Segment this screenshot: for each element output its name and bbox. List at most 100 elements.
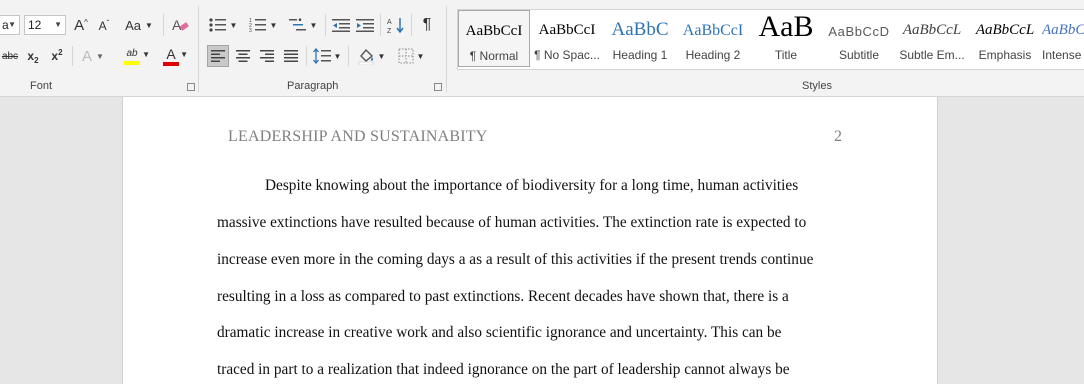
style-preview: AaBbCcD — [828, 24, 890, 39]
font-color-button[interactable]: A ▼ — [154, 45, 188, 67]
style-name: ¶ No Spac... — [534, 48, 600, 62]
paragraph-dialog-launcher-icon[interactable] — [434, 83, 442, 91]
text-effects-button[interactable]: A ▼ — [78, 46, 108, 66]
body-text-line[interactable]: increase even more in the coming days a … — [217, 251, 813, 269]
borders-icon[interactable]: ▼ — [394, 45, 428, 67]
pilcrow-icon: ¶ — [422, 16, 432, 33]
group-separator — [446, 6, 447, 92]
style-no-spacing[interactable]: AaBbCcI ¶ No Spac... — [531, 10, 603, 67]
align-right-icon[interactable] — [256, 45, 278, 67]
chevron-down-icon: ▼ — [180, 50, 188, 59]
align-center-icon[interactable] — [232, 45, 254, 67]
increase-indent-icon[interactable] — [355, 14, 375, 36]
clear-formatting-icon[interactable]: A — [170, 14, 190, 36]
running-head-title[interactable]: LEADERSHIP AND SUSTAINABITY — [228, 128, 488, 146]
decrease-indent-icon[interactable] — [331, 14, 351, 36]
chevron-down-icon: ▼ — [416, 51, 425, 61]
chevron-down-icon: ▼ — [333, 51, 342, 61]
style-preview: AaBbCcI — [465, 23, 523, 39]
font-name-combo[interactable]: a ▼ — [0, 15, 20, 35]
font-dialog-launcher-icon[interactable] — [187, 83, 195, 91]
show-formatting-marks-button[interactable]: ¶ — [417, 14, 437, 36]
style-heading-1[interactable]: AaBbC Heading 1 — [604, 10, 676, 67]
bullets-icon[interactable]: ▼ — [206, 14, 240, 36]
strikethrough-label: abc — [1, 50, 19, 62]
body-text-line[interactable]: dramatic increase in creative work and a… — [217, 324, 781, 342]
font-size-combo[interactable]: 12 ▼ — [24, 15, 66, 35]
ribbon: a ▼ 12 ▼ A ^ Aˇ Aa ▼ A abc x2 x2 A ▼ ab ▼… — [0, 0, 1084, 97]
svg-text:A: A — [172, 17, 182, 33]
paragraph-group-label: Paragraph — [287, 80, 339, 92]
justify-icon[interactable] — [280, 45, 302, 67]
chevron-down-icon: ▼ — [142, 50, 150, 59]
chevron-down-icon: ▼ — [229, 20, 238, 30]
chevron-down-icon: ▼ — [377, 51, 386, 61]
highlight-label: ab — [126, 47, 138, 59]
style-name: Title — [774, 48, 798, 62]
style-heading-2[interactable]: AaBbCcI Heading 2 — [677, 10, 749, 67]
sort-icon[interactable]: AZ — [386, 14, 406, 36]
style-name: Intense E — [1042, 48, 1084, 62]
separator — [306, 46, 307, 66]
svg-text:A: A — [387, 19, 392, 26]
subscript-mark: 2 — [34, 55, 39, 65]
style-subtle-emphasis[interactable]: AaBbCcL Subtle Em... — [896, 10, 968, 67]
change-case-label: Aa — [125, 17, 141, 33]
styles-group-label: Styles — [802, 80, 832, 92]
chevron-down-icon[interactable]: ▼ — [54, 20, 62, 29]
style-preview: AaBbCcL — [902, 22, 962, 38]
document-page[interactable]: LEADERSHIP AND SUSTAINABITY 2 Despite kn… — [122, 97, 938, 384]
body-text-line[interactable]: Despite knowing about the importance of … — [265, 177, 798, 195]
chevron-down-icon: ▼ — [144, 20, 153, 30]
chevron-down-icon: ▼ — [269, 20, 278, 30]
strikethrough-button[interactable]: abc — [0, 46, 20, 66]
separator — [163, 14, 164, 36]
font-group-label: Font — [30, 80, 53, 92]
separator — [411, 14, 412, 36]
style-name: Heading 2 — [685, 48, 741, 62]
font-color-swatch — [163, 61, 179, 66]
text-effects-label: A — [82, 47, 93, 65]
body-text-line[interactable]: massive extinctions have resulted becaus… — [217, 214, 806, 232]
body-text-line[interactable]: resulting in a loss as compared to past … — [217, 288, 789, 306]
highlight-color-button[interactable]: ab ▼ — [114, 45, 150, 67]
numbering-icon[interactable]: 123 ▼ — [246, 14, 280, 36]
style-name: Subtle Em... — [899, 48, 965, 62]
svg-text:Z: Z — [387, 28, 392, 34]
shrink-font-icon[interactable]: Aˇ — [96, 17, 112, 35]
style-name: Subtitle — [838, 48, 880, 62]
align-left-icon[interactable] — [207, 45, 229, 67]
style-name: Heading 1 — [612, 48, 668, 62]
body-text-line[interactable]: traced in part to a realization that ind… — [217, 361, 790, 379]
highlight-swatch — [124, 60, 140, 65]
superscript-mark: 2 — [58, 47, 63, 57]
style-preview: AaB — [758, 10, 814, 43]
shading-icon[interactable]: ▼ — [353, 45, 389, 67]
font-color-label: A — [166, 45, 176, 62]
grow-font-icon[interactable]: A ^ — [72, 15, 90, 35]
style-intense-emphasis[interactable]: AaBbCcL Intense E — [1042, 10, 1084, 67]
style-preview: AaBbCcI — [538, 22, 596, 38]
chevron-down-icon: ▼ — [96, 51, 104, 61]
page-number[interactable]: 2 — [834, 128, 842, 146]
superscript-label: x — [51, 49, 59, 63]
group-separator — [198, 6, 199, 92]
chevron-down-icon[interactable]: ▼ — [8, 20, 16, 29]
line-spacing-icon[interactable]: ▼ — [311, 45, 343, 67]
subscript-label: x — [27, 49, 35, 63]
multilevel-list-icon[interactable]: ▼ — [286, 14, 320, 36]
font-size-value: 12 — [28, 18, 42, 32]
separator — [325, 14, 326, 36]
style-normal[interactable]: AaBbCcI ¶ Normal — [458, 10, 530, 67]
chevron-down-icon: ▼ — [309, 20, 318, 30]
superscript-button[interactable]: x2 — [48, 46, 66, 66]
style-subtitle[interactable]: AaBbCcD Subtitle — [823, 10, 895, 67]
subscript-button[interactable]: x2 — [24, 46, 42, 66]
style-preview: AaBbC — [611, 19, 669, 40]
styles-gallery: AaBbCcI ¶ Normal AaBbCcI ¶ No Spac... Aa… — [457, 9, 1084, 70]
change-case-button[interactable]: Aa ▼ — [124, 15, 154, 35]
style-emphasis[interactable]: AaBbCcL Emphasis — [969, 10, 1041, 67]
separator — [348, 46, 349, 66]
style-title[interactable]: AaB Title — [750, 10, 822, 67]
style-preview: AaBbCcI — [682, 22, 744, 39]
